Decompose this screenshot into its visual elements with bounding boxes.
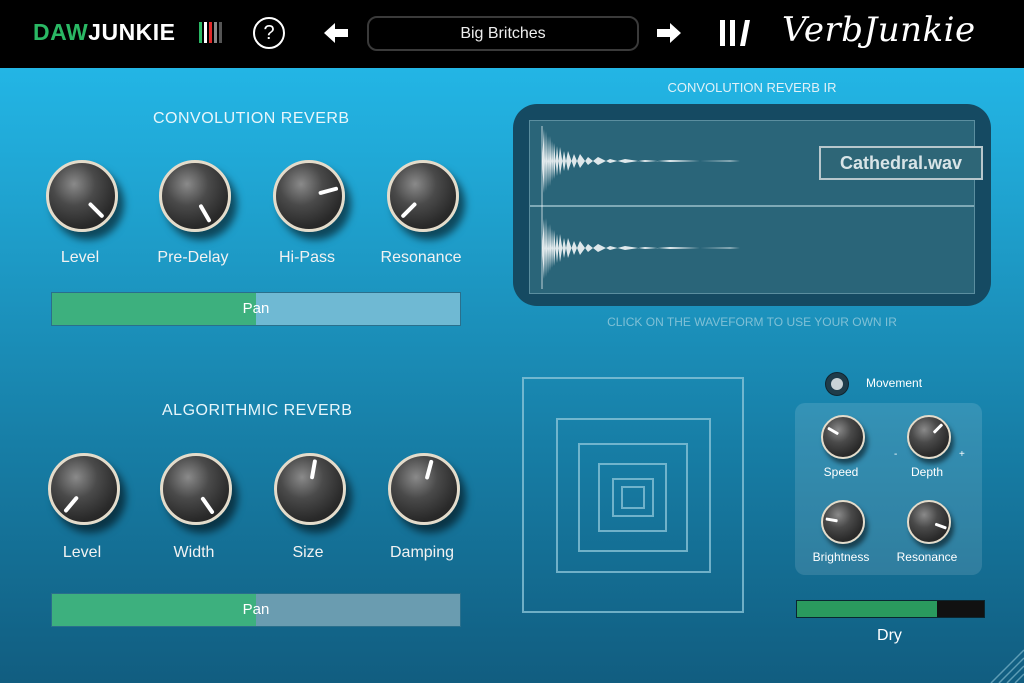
toggle-dot	[831, 378, 843, 390]
knob-indicator	[825, 517, 838, 523]
mod-resonance-label: Resonance	[896, 550, 958, 564]
arrow-left-icon[interactable]	[322, 20, 350, 46]
daw-junkie-logo: DAWJUNKIE	[33, 19, 176, 46]
movement-label: Movement	[866, 376, 923, 390]
conv-resonance-knob[interactable]	[387, 160, 459, 232]
ir-file-name: Cathedral.wav	[819, 146, 983, 180]
algo-size-knob-group: Size	[268, 453, 348, 563]
algo-damping-knob-group: Damping	[382, 453, 462, 563]
conv-resonance-knob-group: Resonance	[381, 160, 461, 270]
brightness-knob-group: Brightness	[813, 500, 876, 570]
brightness-knob[interactable]	[821, 500, 865, 544]
convolution-title: CONVOLUTION REVERB	[153, 110, 350, 127]
knob-indicator	[198, 203, 212, 223]
help-icon: ?	[263, 22, 275, 44]
algo-level-label: Level	[62, 544, 102, 561]
depth-knob[interactable]	[907, 415, 951, 459]
algo-width-label: Width	[173, 544, 215, 561]
speed-label: Speed	[823, 465, 859, 479]
ir-title: CONVOLUTION REVERB IR	[667, 80, 837, 95]
conv-hipass-knob-group: Hi-Pass	[267, 160, 347, 270]
knob-indicator	[63, 495, 80, 514]
algo-size-knob[interactable]	[274, 453, 346, 525]
conv-resonance-label: Resonance	[380, 249, 462, 266]
algo-damping-label: Damping	[389, 544, 455, 561]
help-button[interactable]: ?	[253, 17, 285, 49]
modulation-panel: Speed Depth - + Brightness Resonance	[795, 403, 982, 575]
knob-indicator	[400, 201, 418, 219]
conv-pan-slider[interactable]: Pan	[51, 292, 461, 326]
conv-predelay-label: Pre-Delay	[157, 249, 229, 266]
conv-pan-label: Pan	[242, 300, 270, 317]
depth-label: Depth	[910, 465, 944, 479]
algo-level-knob[interactable]	[48, 453, 120, 525]
movement-toggle[interactable]	[825, 372, 849, 396]
verbjunkie-brand: VerbJunkie	[782, 10, 976, 50]
knob-indicator	[934, 522, 947, 530]
conv-level-knob[interactable]	[46, 160, 118, 232]
logo-junkie-text: JUNKIE	[88, 19, 176, 45]
preset-name: Big Britches	[460, 25, 546, 42]
depth-minus: -	[894, 449, 898, 460]
algo-size-label: Size	[292, 544, 324, 561]
conv-level-knob-group: Level	[40, 160, 120, 270]
knob-indicator	[87, 201, 105, 219]
menu-icon[interactable]	[716, 16, 750, 50]
depth-plus: +	[959, 449, 965, 460]
knob-indicator	[424, 459, 434, 480]
brightness-label: Brightness	[812, 550, 870, 564]
resize-grip-icon[interactable]	[980, 640, 1024, 683]
ir-hint-text: CLICK ON THE WAVEFORM TO USE YOUR OWN IR	[607, 315, 897, 329]
conv-level-label: Level	[60, 249, 100, 266]
conv-predelay-knob-group: Pre-Delay	[153, 160, 233, 270]
logo-bars-icon	[199, 22, 222, 43]
arrow-right-icon[interactable]	[655, 20, 683, 46]
ir-waveform-display[interactable]: Cathedral.wav	[529, 120, 983, 294]
mod-resonance-knob[interactable]	[907, 500, 951, 544]
knob-indicator	[200, 496, 215, 515]
knob-indicator	[826, 426, 839, 436]
knob-indicator	[309, 459, 318, 480]
algo-damping-knob[interactable]	[388, 453, 460, 525]
preset-selector[interactable]: Big Britches	[367, 16, 639, 51]
mod-resonance-knob-group: Resonance	[897, 500, 962, 570]
dry-slider[interactable]	[796, 600, 985, 618]
algo-level-knob-group: Level	[42, 453, 122, 563]
algo-pan-slider[interactable]: Pan	[51, 593, 461, 627]
knob-indicator	[932, 423, 943, 434]
algo-width-knob[interactable]	[160, 453, 232, 525]
speed-knob-group: Speed	[816, 415, 876, 485]
dry-label: Dry	[877, 627, 902, 644]
conv-predelay-knob[interactable]	[159, 160, 231, 232]
conv-hipass-knob[interactable]	[273, 160, 345, 232]
depth-knob-group: Depth	[902, 415, 962, 485]
conv-hipass-label: Hi-Pass	[278, 249, 335, 266]
room-visualizer[interactable]	[522, 377, 744, 613]
ir-waveform-panel[interactable]: Cathedral.wav	[513, 104, 991, 306]
algo-width-knob-group: Width	[154, 453, 234, 563]
top-bar: DAWJUNKIE ? Big Britches VerbJunkie	[0, 0, 1024, 68]
dry-fill	[797, 601, 938, 617]
speed-knob[interactable]	[821, 415, 865, 459]
knob-indicator	[318, 186, 339, 196]
logo-daw-text: DAW	[33, 19, 89, 45]
algo-pan-label: Pan	[242, 601, 270, 618]
algorithmic-title: ALGORITHMIC REVERB	[162, 402, 353, 419]
